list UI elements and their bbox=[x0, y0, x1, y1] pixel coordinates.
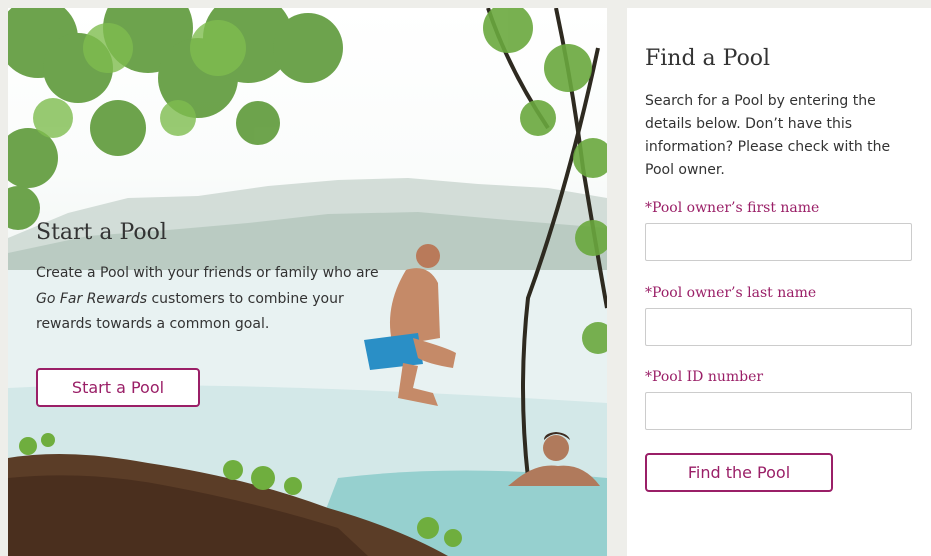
pool-id-input[interactable] bbox=[645, 392, 912, 430]
pool-id-label: *Pool ID number bbox=[645, 369, 764, 385]
find-pool-description: Search for a Pool by entering the detail… bbox=[645, 93, 891, 178]
start-pool-title: Start a Pool bbox=[36, 220, 167, 245]
start-pool-hero: Start a Pool Create a Pool with your fri… bbox=[8, 8, 607, 556]
first-name-label: *Pool owner’s first name bbox=[645, 200, 820, 216]
start-pool-button[interactable]: Start a Pool bbox=[36, 368, 200, 407]
hero-content: Start a Pool Create a Pool with your fri… bbox=[36, 220, 386, 338]
go-far-rewards-text: Go Far Rewards bbox=[36, 290, 148, 307]
find-pool-button[interactable]: Find the Pool bbox=[645, 453, 833, 492]
desc-text-1: Create a Pool with your friends or famil… bbox=[36, 265, 379, 281]
find-pool-panel: Find a Pool Search for a Pool by enterin… bbox=[627, 8, 931, 556]
start-pool-description: Create a Pool with your friends or famil… bbox=[36, 261, 386, 338]
find-pool-title: Find a Pool bbox=[645, 46, 771, 71]
last-name-input[interactable] bbox=[645, 308, 912, 346]
first-name-input[interactable] bbox=[645, 223, 912, 261]
last-name-label: *Pool owner’s last name bbox=[645, 285, 817, 301]
